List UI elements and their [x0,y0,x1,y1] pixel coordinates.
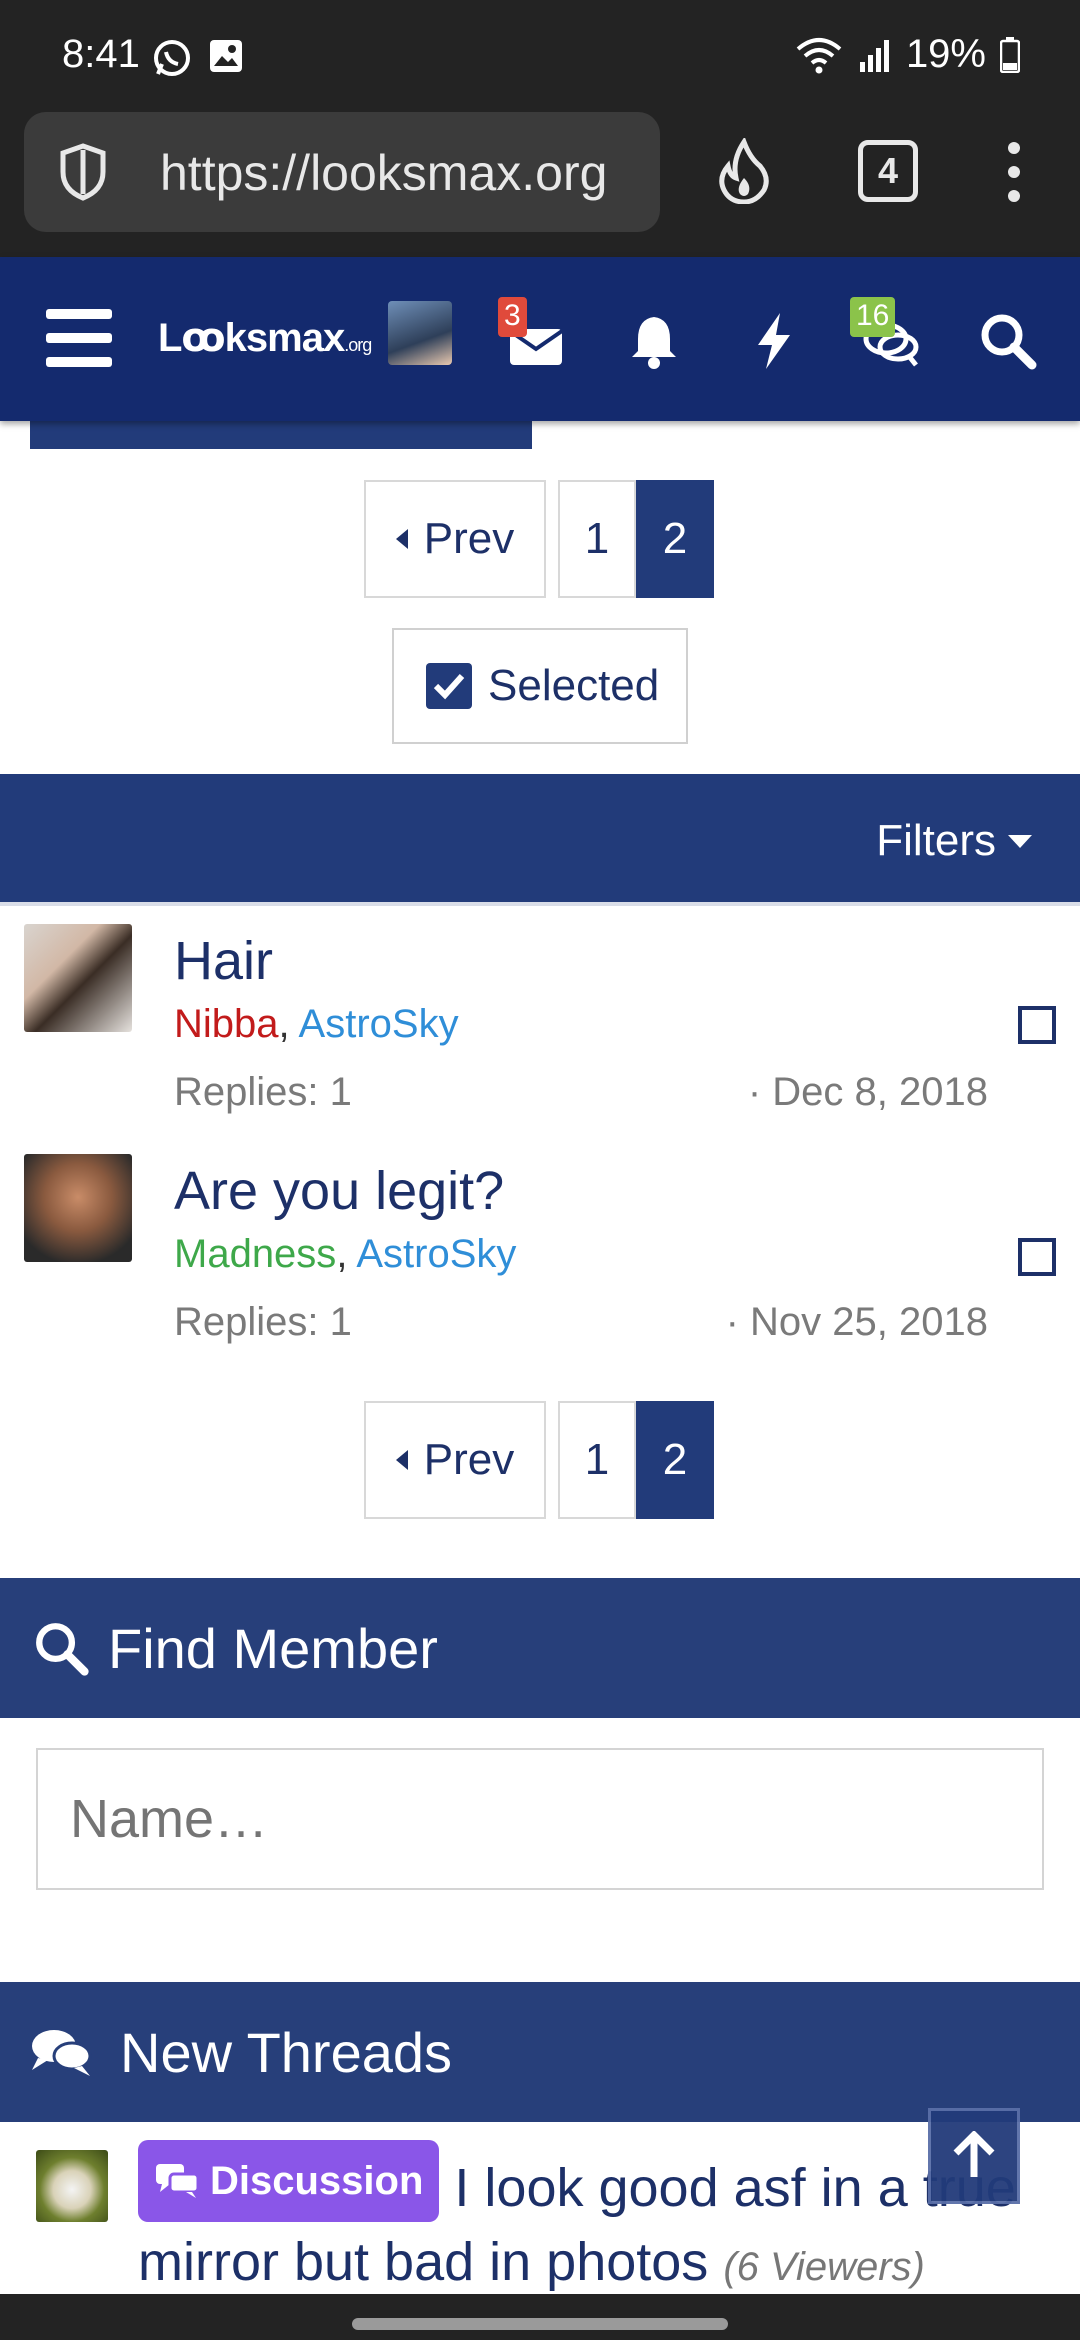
thread-date[interactable]: · Nov 25, 2018 [726,1300,988,1345]
find-member-header: Find Member [0,1578,1080,1718]
thread-replies: Replies: 1 [174,1070,352,1114]
caret-down-icon [1008,834,1032,848]
prev-page-button[interactable]: Prev [364,1401,546,1519]
messages-badge: 3 [498,297,527,337]
pagination-bottom: Prev 1 2 [364,1401,714,1519]
user-avatar[interactable] [388,301,452,365]
thread-author[interactable]: Madness [174,1232,336,1276]
thread-avatar[interactable] [24,924,132,1032]
thread-participants: Nibba, AstroSky [174,1002,459,1046]
status-notification-icons [152,38,244,78]
image-notification-icon [210,40,242,72]
thread-row[interactable]: Are you legit? Madness, AstroSky Replies… [0,1138,1080,1358]
search-icon [36,1623,89,1676]
thread-replies: Replies: 1 [174,1300,352,1344]
wifi-icon [796,37,842,73]
browser-toolbar: https://looksmax.org 4 [0,112,1080,257]
lightning-icon[interactable] [742,309,806,373]
page-2-button[interactable]: 2 [636,480,714,598]
partial-button-strip[interactable] [30,421,532,449]
page-2-button[interactable]: 2 [636,1401,714,1519]
thread-row[interactable]: Hair Nibba, AstroSky Replies: 1 · Dec 8,… [0,906,1080,1126]
status-time: 8:41 [62,32,140,76]
shield-icon[interactable] [58,142,108,202]
menu-hamburger-icon[interactable] [46,309,112,367]
thread-title[interactable]: Hair [174,930,273,992]
prev-label: Prev [423,514,515,563]
alerts-badge: 16 [850,297,896,337]
thread-select-checkbox[interactable] [1018,1006,1056,1044]
filters-bar: Filters [0,774,1080,906]
new-thread-item[interactable]: Discussion I look good asf in a true mir… [138,2140,1038,2304]
thread-participant[interactable]: AstroSky [299,1002,459,1046]
viewers-count: (6 Viewers) [723,2245,925,2289]
home-gesture-handle[interactable] [352,2318,728,2330]
whatsapp-icon [154,40,190,76]
battery-icon [1000,36,1020,73]
arrow-up-icon [953,2131,995,2177]
checkbox-checked-icon [426,663,472,709]
tab-switcher-button[interactable]: 4 [858,140,918,202]
page-1-button[interactable]: 1 [558,1401,636,1519]
caret-left-icon [395,529,408,549]
url-text[interactable]: https://looksmax.org [160,144,607,202]
status-system-icons: 19% [794,32,1020,77]
new-threads-header: New Threads [0,1982,1080,2122]
site-logo[interactable]: Lꝏksmax.org [158,315,372,361]
prev-label: Prev [423,1435,515,1484]
battery-percent: 19% [905,32,986,76]
discussion-prefix-badge[interactable]: Discussion [138,2140,440,2222]
search-icon[interactable] [976,309,1040,373]
page-1-button[interactable]: 1 [558,480,636,598]
thread-avatar[interactable] [36,2150,108,2222]
thread-avatar[interactable] [24,1154,132,1262]
address-bar[interactable]: https://looksmax.org [24,112,660,232]
system-navigation-bar [0,2294,1080,2340]
thread-title[interactable]: Are you legit? [174,1160,504,1222]
logo-suffix: .org [344,335,372,355]
bell-icon[interactable] [622,309,686,373]
comments-icon [156,2164,200,2198]
prefix-label: Discussion [210,2159,424,2203]
status-bar: 8:41 19% [0,0,1080,112]
site-header: Lꝏksmax.org 3 16 [0,257,1080,421]
caret-left-icon [395,1450,408,1470]
selected-label: Selected [488,661,660,710]
new-threads-title: New Threads [120,2020,453,2084]
signal-icon [859,39,889,72]
pagination-top: Prev 1 2 [364,480,714,598]
filters-label: Filters [876,816,996,865]
find-member-title: Find Member [108,1616,438,1680]
browser-menu-icon[interactable] [1004,142,1024,202]
thread-participant[interactable]: AstroSky [356,1232,516,1276]
thread-select-checkbox[interactable] [1018,1238,1056,1276]
comments-icon [32,2030,92,2076]
prev-page-button[interactable]: Prev [364,480,546,598]
member-name-input[interactable] [36,1748,1044,1890]
flame-icon[interactable] [716,138,772,204]
thread-date[interactable]: · Dec 8, 2018 [748,1070,988,1115]
scroll-to-top-button[interactable] [928,2108,1020,2204]
filters-button[interactable]: Filters [876,816,1032,866]
selected-button[interactable]: Selected [392,628,688,744]
logo-text: Lꝏksmax [158,316,345,360]
thread-participants: Madness, AstroSky [174,1232,517,1276]
thread-author[interactable]: Nibba [174,1002,279,1046]
